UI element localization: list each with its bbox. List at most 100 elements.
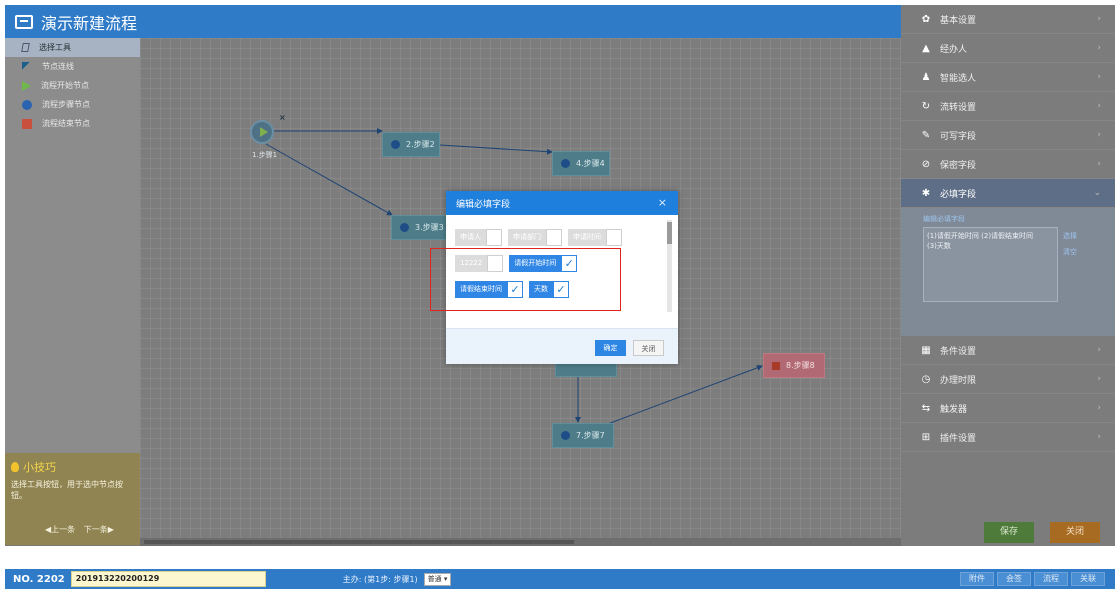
doc-number-label: NO. 2202 <box>13 573 65 585</box>
attachment-button[interactable]: 附件 <box>960 572 994 586</box>
refresh-icon: ↻ <box>921 100 931 112</box>
flow-node-step8[interactable]: 8.步骤8 <box>763 353 825 378</box>
edit-required-fields-dialog: 编辑必填字段 × 申请人 申请部门 申请时间 12222 请假开始时间 ✓ 请假… <box>446 191 678 364</box>
delete-node-icon[interactable]: × <box>279 113 286 122</box>
field-label: 12222 <box>455 255 488 272</box>
settings-writable-fields[interactable]: ✎ 可写字段 › <box>901 121 1115 150</box>
dialog-header: 编辑必填字段 × <box>446 191 678 215</box>
tool-link[interactable]: 节点连线 <box>5 57 140 76</box>
plugin-icon: ⊞ <box>921 431 931 443</box>
required-fields-box[interactable]: (1)请假开始时间 (2)请假结束时间 (3)天数 <box>923 227 1058 302</box>
dialog-body: 申请人 申请部门 申请时间 12222 请假开始时间 ✓ 请假结束时间 ✓ 天数… <box>446 215 678 328</box>
close-button[interactable]: 关闭 <box>1050 522 1100 543</box>
chevron-right-icon: › <box>1097 101 1101 111</box>
flow-button[interactable]: 流程 <box>1034 572 1068 586</box>
flow-node-step4[interactable]: 4.步骤4 <box>552 151 610 176</box>
monitor-icon <box>15 14 33 29</box>
settings-label: 流转设置 <box>940 102 977 113</box>
settings-label: 保密字段 <box>940 160 977 171</box>
step-circle-icon <box>561 431 570 440</box>
required-actions: 选择 清空 <box>1063 228 1077 260</box>
field-row: 申请人 申请部门 申请时间 <box>455 229 678 246</box>
settings-trigger[interactable]: ⇆ 触发器 › <box>901 394 1115 423</box>
trigger-icon: ⇆ <box>921 402 931 414</box>
field-label: 请假开始时间 <box>509 255 562 272</box>
chevron-right-icon: › <box>1097 14 1101 24</box>
chevron-right-icon: › <box>1097 72 1101 82</box>
settings-basic[interactable]: ✿ 基本设置 › <box>901 5 1115 34</box>
tool-label: 流程结束节点 <box>42 119 90 128</box>
confirm-button[interactable]: 确定 <box>595 340 626 356</box>
field-leave-start[interactable]: 请假开始时间 ✓ <box>509 255 578 272</box>
countersign-button[interactable]: 会签 <box>997 572 1031 586</box>
dialog-close-button[interactable]: 关闭 <box>633 340 664 356</box>
doc-number-input[interactable]: 201913220200129 <box>70 571 266 587</box>
flow-node-step2[interactable]: 2.步骤2 <box>382 132 440 157</box>
field-12222[interactable]: 12222 <box>455 255 504 272</box>
field-checkbox[interactable] <box>606 229 622 246</box>
select-link[interactable]: 选择 <box>1063 228 1077 244</box>
field-department[interactable]: 申请部门 <box>508 229 562 246</box>
gear-icon: ✿ <box>921 13 931 25</box>
tool-select[interactable]: 选择工具 <box>5 38 140 57</box>
flow-node-step3[interactable]: 3.步骤3 <box>391 215 449 240</box>
scrollbar-thumb[interactable] <box>144 540 574 544</box>
field-label: 天数 <box>529 281 553 298</box>
settings-transfer[interactable]: ↻ 流转设置 › <box>901 92 1115 121</box>
tool-end-node[interactable]: 流程结束节点 <box>5 114 140 133</box>
chevron-right-icon: › <box>1097 43 1101 53</box>
required-fields-panel: 编辑必填字段 (1)请假开始时间 (2)请假结束时间 (3)天数 选择 清空 <box>901 208 1115 336</box>
title-bar: 演示新建流程 <box>5 5 901 38</box>
settings-required-fields[interactable]: ✱ 必填字段 ⌄ <box>901 179 1115 208</box>
check-icon[interactable]: ✓ <box>553 281 569 298</box>
pencil-icon: ✎ <box>921 129 931 141</box>
link-icon <box>22 61 32 72</box>
field-label: 申请时间 <box>568 229 606 246</box>
settings-plugins[interactable]: ⊞ 插件设置 › <box>901 423 1115 452</box>
field-apply-time[interactable]: 申请时间 <box>568 229 622 246</box>
check-icon[interactable]: ✓ <box>507 281 523 298</box>
field-leave-end[interactable]: 请假结束时间 ✓ <box>455 281 523 298</box>
settings-time-limit[interactable]: ◷ 办理时限 › <box>901 365 1115 394</box>
clear-link[interactable]: 清空 <box>1063 244 1077 260</box>
field-row: 请假结束时间 ✓ 天数 ✓ <box>455 281 678 298</box>
settings-secret-fields[interactable]: ⊘ 保密字段 › <box>901 150 1115 179</box>
step-circle-icon <box>391 140 400 149</box>
settings-label: 经办人 <box>940 44 968 55</box>
field-checkbox[interactable] <box>486 229 502 246</box>
save-button[interactable]: 保存 <box>984 522 1034 543</box>
related-button[interactable]: 关联 <box>1071 572 1105 586</box>
field-checkbox[interactable] <box>487 255 504 272</box>
pointer-icon <box>21 43 30 52</box>
tips-nav: ◀上一条 下一条▶ <box>45 524 120 535</box>
field-days[interactable]: 天数 ✓ <box>529 281 569 298</box>
tips-prev-link[interactable]: ◀上一条 <box>45 525 75 534</box>
check-icon[interactable]: ✓ <box>561 255 578 272</box>
close-icon[interactable]: × <box>658 196 667 209</box>
settings-label: 智能选人 <box>940 73 977 84</box>
scrollbar-thumb[interactable] <box>667 222 672 244</box>
tool-start-node[interactable]: 流程开始节点 <box>5 76 140 95</box>
canvas-horizontal-scrollbar[interactable] <box>140 538 901 546</box>
settings-smart-select[interactable]: ♟ 智能选人 › <box>901 63 1115 92</box>
dialog-scrollbar[interactable] <box>667 220 672 312</box>
tips-next-link[interactable]: 下一条▶ <box>84 525 114 534</box>
field-checkbox[interactable] <box>546 229 562 246</box>
clock-icon: ◷ <box>921 373 931 385</box>
settings-label: 基本设置 <box>940 15 977 26</box>
settings-footer: 保存 关闭 <box>901 511 1115 546</box>
priority-select[interactable]: 普通 ▾ <box>423 572 452 586</box>
field-label: 申请人 <box>455 229 486 246</box>
node-label: 4.步骤4 <box>576 159 605 168</box>
flow-node-step7[interactable]: 7.步骤7 <box>552 423 614 448</box>
chevron-right-icon: › <box>1097 403 1101 413</box>
settings-handler[interactable]: ▲ 经办人 › <box>901 34 1115 63</box>
chevron-right-icon: › <box>1097 374 1101 384</box>
step-circle-icon <box>561 159 570 168</box>
settings-label: 可写字段 <box>940 131 977 142</box>
tool-step-node[interactable]: 流程步骤节点 <box>5 95 140 114</box>
settings-conditions[interactable]: ▦ 条件设置 › <box>901 336 1115 365</box>
condition-icon: ▦ <box>921 344 931 356</box>
field-applicant[interactable]: 申请人 <box>455 229 502 246</box>
start-node[interactable] <box>250 120 274 144</box>
